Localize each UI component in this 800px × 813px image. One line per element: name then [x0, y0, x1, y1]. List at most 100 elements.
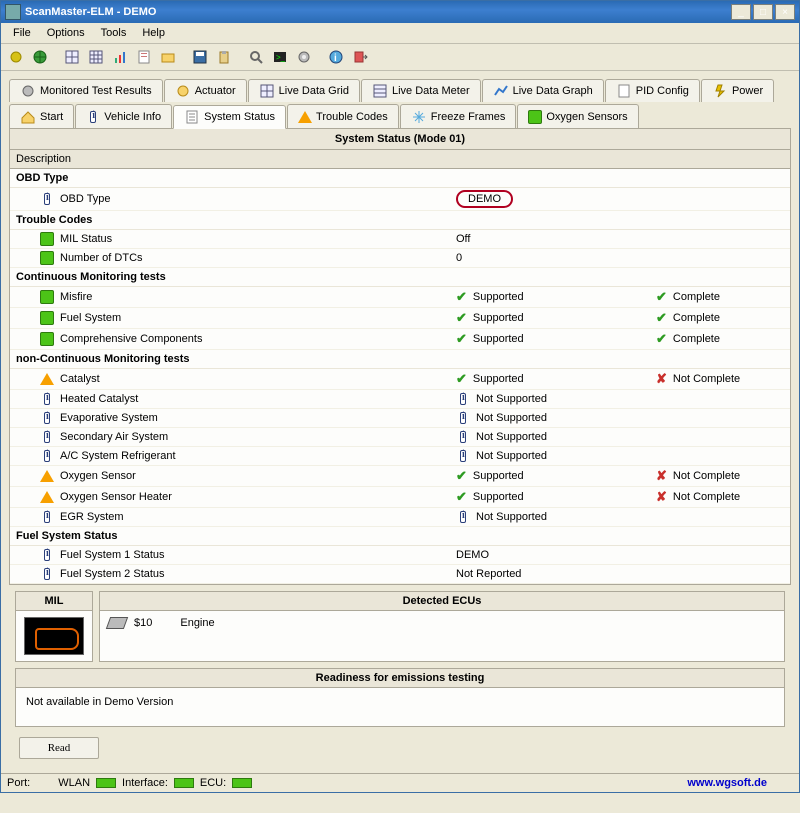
graph-icon: [493, 83, 509, 99]
system-status-panel: System Status (Mode 01) Description OBD …: [9, 128, 791, 585]
tab-power[interactable]: Power: [701, 79, 774, 102]
interface-led-icon: [174, 778, 194, 788]
tab-actuator[interactable]: Actuator: [164, 79, 247, 102]
green-icon: [40, 332, 54, 346]
ecu-title: Detected ECUs: [100, 592, 784, 611]
tab-oxygen-sensors[interactable]: Oxygen Sensors: [517, 104, 638, 128]
info-icon: [40, 430, 54, 444]
row-misfire: Misfire ✔Supported ✔Complete: [10, 287, 790, 308]
tab-system-status[interactable]: System Status: [173, 105, 286, 129]
folder-icon[interactable]: [157, 46, 179, 68]
check-icon: ✔: [656, 289, 667, 305]
row-oxygen-sensor: Oxygen Sensor ✔Supported ✘Not Complete: [10, 466, 790, 487]
globe-icon[interactable]: [29, 46, 51, 68]
chip-icon: [106, 617, 128, 629]
exit-icon[interactable]: [349, 46, 371, 68]
titlebar: ScanMaster-ELM - DEMO _ □ ×: [1, 1, 799, 23]
sb-port-label: Port:: [7, 777, 30, 789]
info-icon[interactable]: i: [325, 46, 347, 68]
section-obd-type: OBD Type: [10, 169, 790, 188]
svg-text:>_: >_: [276, 53, 286, 62]
ecu-row: $10 Engine: [100, 611, 784, 635]
toolbar: >_ i: [1, 44, 799, 71]
tab-trouble-codes[interactable]: Trouble Codes: [287, 104, 399, 128]
grid2-icon[interactable]: [85, 46, 107, 68]
info-icon: [40, 411, 54, 425]
column-description: Description: [10, 150, 790, 169]
readiness-panel: Readiness for emissions testing Not avai…: [15, 668, 785, 727]
ecu-name: Engine: [180, 617, 214, 629]
doc-icon[interactable]: [133, 46, 155, 68]
tab-live-data-meter[interactable]: Live Data Meter: [361, 79, 481, 102]
row-egr: EGR System Not Supported: [10, 508, 790, 527]
row-obd-type: OBD Type DEMO: [10, 188, 790, 211]
tab-monitored-test-results[interactable]: Monitored Test Results: [9, 79, 163, 102]
row-evap: Evaporative System Not Supported: [10, 409, 790, 428]
check-icon: ✔: [656, 310, 667, 326]
ecu-address: $10: [134, 617, 152, 629]
check-icon: ✔: [656, 331, 667, 347]
maximize-button[interactable]: □: [753, 4, 773, 20]
row-fuel2: Fuel System 2 Status Not Reported: [10, 565, 790, 584]
save-icon[interactable]: [189, 46, 211, 68]
check-icon: ✔: [456, 310, 467, 326]
gear-icon[interactable]: [293, 46, 315, 68]
window-title: ScanMaster-ELM - DEMO: [25, 6, 731, 18]
connect-icon[interactable]: [5, 46, 27, 68]
sb-ecu-label: ECU:: [200, 777, 226, 789]
cross-icon: ✘: [656, 468, 667, 484]
check-icon: ✔: [456, 489, 467, 505]
info-icon: [456, 411, 470, 425]
green-icon: [40, 311, 54, 325]
tab-pid-config[interactable]: PID Config: [605, 79, 700, 102]
row-sec-air: Secondary Air System Not Supported: [10, 428, 790, 447]
warning-icon: [40, 490, 54, 504]
search-icon[interactable]: [245, 46, 267, 68]
o2-icon: [528, 110, 542, 124]
info-icon: [456, 449, 470, 463]
app-window: ScanMaster-ELM - DEMO _ □ × File Options…: [0, 0, 800, 793]
terminal-icon[interactable]: >_: [269, 46, 291, 68]
actuator-icon: [175, 83, 191, 99]
menu-options[interactable]: Options: [39, 25, 93, 41]
minimize-button[interactable]: _: [731, 4, 751, 20]
cross-icon: ✘: [656, 371, 667, 387]
gear-icon: [20, 83, 36, 99]
warning-icon: [40, 372, 54, 386]
read-button[interactable]: Read: [19, 737, 99, 759]
section-continuous: Continuous Monitoring tests: [10, 268, 790, 287]
info-icon: [40, 510, 54, 524]
vendor-link[interactable]: www.wgsoft.de: [687, 777, 767, 789]
info-icon: [40, 449, 54, 463]
app-icon: [5, 4, 21, 20]
chart-icon[interactable]: [109, 46, 131, 68]
tab-vehicle-info[interactable]: Vehicle Info: [75, 104, 172, 128]
grid1-icon[interactable]: [61, 46, 83, 68]
clipboard-icon[interactable]: [213, 46, 235, 68]
row-mil-status: MIL Status Off: [10, 230, 790, 249]
tab-live-data-grid[interactable]: Live Data Grid: [248, 79, 360, 102]
row-ac-refrigerant: A/C System Refrigerant Not Supported: [10, 447, 790, 466]
tab-start[interactable]: Start: [9, 104, 74, 128]
green-icon: [40, 251, 54, 265]
section-fuel-status: Fuel System Status: [10, 527, 790, 546]
info-icon: [40, 567, 54, 581]
ecu-led-icon: [232, 778, 252, 788]
menu-tools[interactable]: Tools: [93, 25, 135, 41]
doc-icon: [616, 83, 632, 99]
check-icon: ✔: [456, 331, 467, 347]
tab-live-data-graph[interactable]: Live Data Graph: [482, 79, 604, 102]
freeze-icon: [411, 109, 427, 125]
menu-help[interactable]: Help: [134, 25, 173, 41]
row-num-dtc: Number of DTCs 0: [10, 249, 790, 268]
mil-panel: MIL: [15, 591, 93, 662]
section-trouble-codes: Trouble Codes: [10, 211, 790, 230]
cross-icon: ✘: [656, 489, 667, 505]
check-icon: ✔: [456, 289, 467, 305]
menu-file[interactable]: File: [5, 25, 39, 41]
close-button[interactable]: ×: [775, 4, 795, 20]
row-fuel1: Fuel System 1 Status DEMO: [10, 546, 790, 565]
check-icon: ✔: [456, 371, 467, 387]
tab-freeze-frames[interactable]: Freeze Frames: [400, 104, 517, 128]
info-icon: [456, 392, 470, 406]
